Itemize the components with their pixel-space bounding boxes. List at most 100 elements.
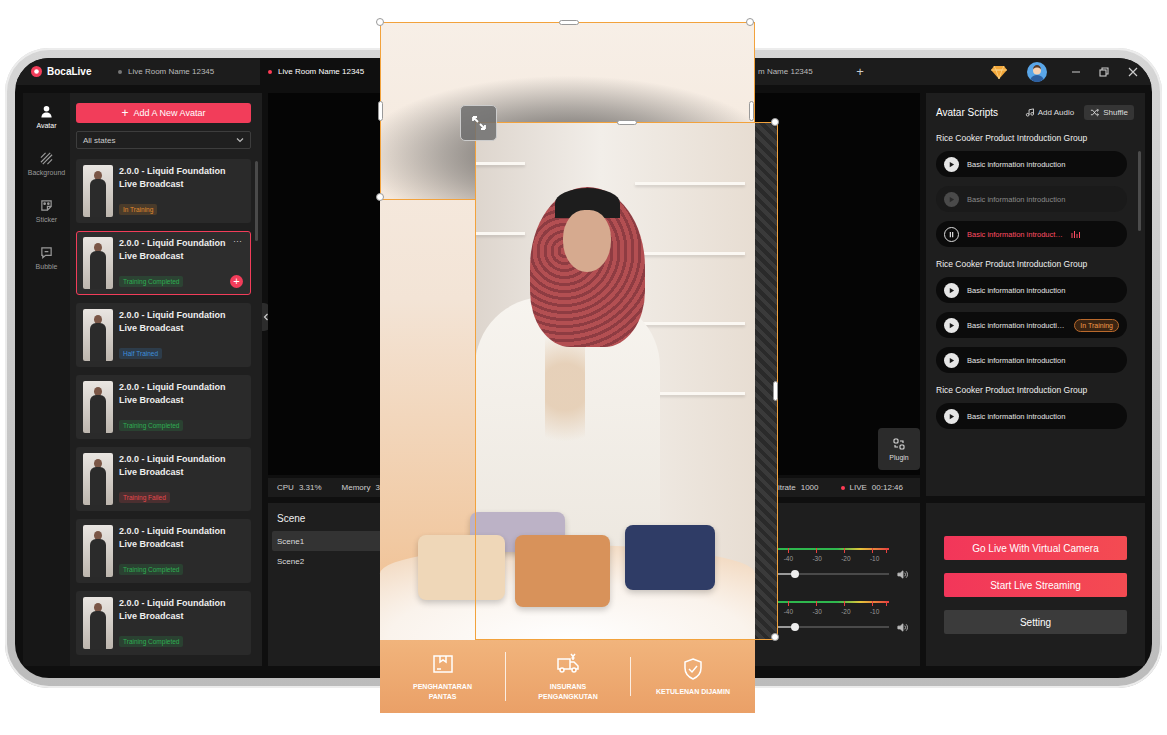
meter-tick <box>872 548 873 553</box>
pause-icon <box>948 231 955 238</box>
live-dot <box>841 486 845 490</box>
avatar-thumbnail <box>83 237 113 289</box>
status-badge: In Training <box>119 204 157 215</box>
level-meter <box>774 601 889 606</box>
play-button[interactable] <box>944 353 959 368</box>
avatar-card[interactable]: 2.0.0 - Liquid Foundation Live Broadcast… <box>76 159 251 223</box>
bitrate-stat: Bitrate1000 <box>773 483 819 492</box>
phone-preview[interactable]: PENGHANTARAN PANTASINSURANS PENGANGKUTAN… <box>380 22 755 713</box>
logo-icon <box>31 66 42 77</box>
avatar-card[interactable]: 2.0.0 - Liquid Foundation Live Broadcast… <box>76 519 251 583</box>
script-label: Basic information introducti… <box>967 321 1065 330</box>
new-tab-button[interactable]: + <box>850 58 870 85</box>
corner-handle[interactable] <box>746 18 754 26</box>
button-label: Setting <box>1020 617 1051 628</box>
volume-knob[interactable] <box>791 623 799 631</box>
avatar-card[interactable]: 2.0.0 - Liquid Foundation Live Broadcast… <box>76 231 251 295</box>
live-dot <box>118 70 122 74</box>
volume-slider[interactable] <box>774 626 889 628</box>
tool-rail: AvatarBackgroundStickerBubble <box>23 93 70 666</box>
minimize-icon <box>1071 67 1081 77</box>
avatar-selection-frame[interactable] <box>475 122 778 640</box>
corner-handle[interactable] <box>376 193 384 201</box>
thumb-body <box>90 611 106 649</box>
resize-handle[interactable] <box>749 101 754 121</box>
script-item[interactable]: Basic information introducti…In Training <box>936 312 1127 338</box>
play-button[interactable] <box>944 318 959 333</box>
thumb-body <box>90 395 106 433</box>
meter-tick <box>816 548 817 553</box>
add-avatar-button[interactable]: +Add A New Avatar <box>76 103 251 123</box>
room-tab[interactable]: Live Room Name 12345 <box>110 58 260 85</box>
stat-value: 00:12:46 <box>872 483 903 492</box>
corner-handle[interactable] <box>771 633 779 641</box>
status-badge: Training Completed <box>119 276 183 287</box>
resize-handle[interactable] <box>559 20 579 25</box>
rail-item[interactable]: Avatar <box>23 102 70 149</box>
more-menu[interactable]: ··· <box>233 236 242 246</box>
state-filter[interactable]: All states <box>76 131 251 149</box>
action-button[interactable]: Start Live Streaming <box>944 573 1127 597</box>
close-icon <box>1128 67 1138 77</box>
script-label: Basic information introduction <box>967 412 1065 421</box>
script-item: Basic information introduction <box>936 186 1127 212</box>
avatar-title: 2.0.0 - Liquid Foundation Live Broadcast <box>119 597 244 623</box>
expand-button[interactable] <box>460 105 497 141</box>
play-icon <box>948 413 955 420</box>
app-logo[interactable]: BocaLive <box>15 66 110 77</box>
add-audio-button[interactable]: Add Audio <box>1025 108 1074 117</box>
volume-knob[interactable] <box>791 570 799 578</box>
scripts-title: Avatar Scripts <box>936 107 998 118</box>
shelf <box>635 252 745 255</box>
avatar-card[interactable]: 2.0.0 - Liquid Foundation Live Broadcast… <box>76 591 251 655</box>
script-item[interactable]: Basic information introduct… <box>936 221 1127 247</box>
action-button[interactable]: Go Live With Virtual Camera <box>944 536 1127 560</box>
avatar-list: 2.0.0 - Liquid Foundation Live Broadcast… <box>76 159 251 666</box>
avatar-info: 2.0.0 - Liquid Foundation Live Broadcast… <box>119 525 244 577</box>
avatar-thumbnail <box>83 309 113 361</box>
plugin-label: Plugin <box>889 454 908 461</box>
rail-item[interactable]: Sticker <box>23 196 70 243</box>
rail-item[interactable]: Bubble <box>23 243 70 290</box>
shelf <box>475 162 525 165</box>
pause-button[interactable] <box>944 227 959 242</box>
corner-handle[interactable] <box>771 118 779 126</box>
resize-handle[interactable] <box>378 101 383 121</box>
room-tab[interactable]: m Name 12345 <box>740 58 850 85</box>
avatar-info: 2.0.0 - Liquid Foundation Live Broadcast… <box>119 309 244 361</box>
scripts-header: Avatar Scripts Add Audio Shuffle <box>936 103 1134 121</box>
scrollbar[interactable] <box>1138 151 1141 231</box>
rail-item[interactable]: Background <box>23 149 70 196</box>
avatar-scripts-panel: Avatar ScriptsAdd AudioShuffleRice Cooke… <box>926 93 1145 496</box>
script-item[interactable]: Basic information introduction <box>936 403 1127 429</box>
person-icon <box>40 105 53 118</box>
volume-slider[interactable] <box>774 573 889 575</box>
resize-handle[interactable] <box>617 120 637 125</box>
script-item[interactable]: Basic information introduction <box>936 151 1127 177</box>
thumb-body <box>90 539 106 577</box>
action-button[interactable]: Setting <box>944 610 1127 634</box>
bubble-icon <box>40 246 53 259</box>
expand-arrows-icon <box>469 113 489 133</box>
status-badge: Training Completed <box>119 636 183 647</box>
avatar-card[interactable]: 2.0.0 - Liquid Foundation Live Broadcast… <box>76 447 251 511</box>
right-column: Avatar ScriptsAdd AudioShuffleRice Cooke… <box>926 93 1145 666</box>
add-to-room-button[interactable]: + <box>230 275 243 288</box>
play-button[interactable] <box>944 157 959 172</box>
status-badge: Training Completed <box>119 420 183 431</box>
tab-label: Live Room Name 12345 <box>128 67 214 76</box>
play-button[interactable] <box>944 409 959 424</box>
script-item[interactable]: Basic information introduction <box>936 347 1127 373</box>
avatar-card[interactable]: 2.0.0 - Liquid Foundation Live Broadcast… <box>76 303 251 367</box>
play-button[interactable] <box>944 283 959 298</box>
shuffle-button[interactable]: Shuffle <box>1084 105 1134 120</box>
script-label: Basic information introduction <box>967 286 1065 295</box>
feature-badge: PENGHANTARAN PANTAS <box>380 652 505 700</box>
resize-handle[interactable] <box>773 381 778 401</box>
script-item[interactable]: Basic information introduction <box>936 277 1127 303</box>
plugin-button[interactable]: Plugin <box>878 428 920 470</box>
corner-handle[interactable] <box>376 18 384 26</box>
window-controls <box>991 62 1152 82</box>
scrollbar[interactable] <box>255 161 258 241</box>
avatar-card[interactable]: 2.0.0 - Liquid Foundation Live Broadcast… <box>76 375 251 439</box>
